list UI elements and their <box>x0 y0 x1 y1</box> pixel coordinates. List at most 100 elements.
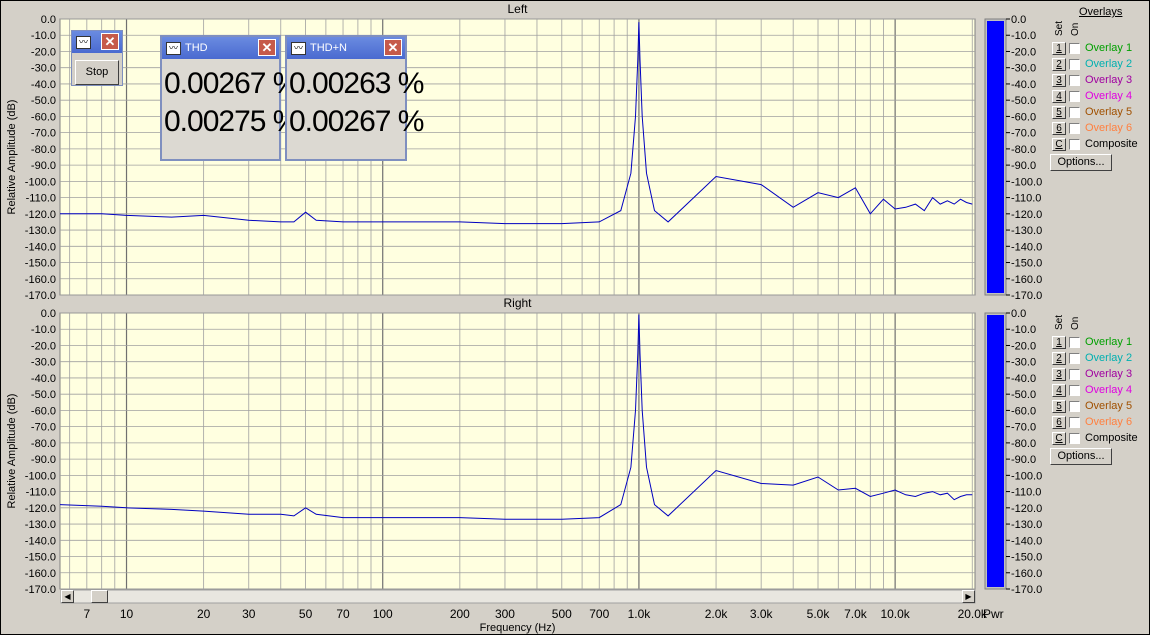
set-column-label: Set <box>1054 314 1065 330</box>
y-tick-label: -90.0 <box>31 160 56 172</box>
overlay-row-3: 3 Overlay 3 <box>1052 367 1132 381</box>
y-tick-label: -50.0 <box>31 389 56 401</box>
overlay-set-button-4[interactable]: 4 <box>1052 383 1066 397</box>
overlay-set-button-4[interactable]: 4 <box>1052 89 1066 103</box>
thdn-value-right: 0.00267 % <box>289 105 424 138</box>
overlay-label-4: Overlay 4 <box>1085 384 1133 396</box>
overlay-checkbox-4[interactable] <box>1069 90 1080 102</box>
overlay-label-3: Overlay 3 <box>1085 74 1133 86</box>
overlay-set-button-6[interactable]: 6 <box>1052 121 1066 135</box>
meter-tick-label: -160.0 <box>1011 274 1042 286</box>
overlay-checkbox-C[interactable] <box>1069 432 1080 444</box>
overlay-row-3: 3 Overlay 3 <box>1052 73 1132 87</box>
options-button[interactable]: Options... <box>1050 448 1112 465</box>
overlay-checkbox-1[interactable] <box>1069 336 1080 348</box>
meter-tick-label: -10.0 <box>1011 324 1036 336</box>
overlay-row-5: 5 Overlay 5 <box>1052 399 1132 413</box>
chart-title: Right <box>503 296 532 310</box>
scroll-left-arrow[interactable]: ◀ <box>61 590 74 603</box>
power-label: Pwr <box>983 607 1004 621</box>
options-button[interactable]: Options... <box>1050 154 1112 171</box>
meter-tick-label: -110.0 <box>1011 193 1041 205</box>
overlay-set-button-2[interactable]: 2 <box>1052 57 1066 71</box>
scrollbar-track <box>60 589 976 604</box>
close-icon[interactable]: ✕ <box>384 39 402 56</box>
overlay-row-1: 1 Overlay 1 <box>1052 41 1132 55</box>
overlay-label-2: Overlay 2 <box>1085 352 1133 364</box>
x-tick-label: 1.0k <box>628 607 652 621</box>
overlay-row-2: 2 Overlay 2 <box>1052 57 1132 71</box>
overlay-set-button-1[interactable]: 1 <box>1052 41 1066 55</box>
overlay-checkbox-5[interactable] <box>1069 400 1080 412</box>
overlay-set-button-C[interactable]: C <box>1052 431 1066 445</box>
overlay-set-button-3[interactable]: 3 <box>1052 367 1066 381</box>
overlay-checkbox-C[interactable] <box>1069 138 1080 150</box>
overlay-set-button-1[interactable]: 1 <box>1052 335 1066 349</box>
y-tick-label: -40.0 <box>31 373 56 385</box>
overlay-row-C: C Composite <box>1052 137 1138 151</box>
x-tick-label: 70 <box>336 607 350 621</box>
x-tick-label: 10.0k <box>880 607 910 621</box>
y-tick-label: -80.0 <box>31 144 56 156</box>
meter-tick-label: -20.0 <box>1011 340 1036 352</box>
y-tick-label: -10.0 <box>31 30 56 42</box>
x-tick-label: 100 <box>373 607 393 621</box>
y-tick-label: -70.0 <box>31 128 56 140</box>
power-meter-bar <box>987 315 1004 587</box>
y-tick-label: -70.0 <box>31 422 56 434</box>
overlay-set-button-5[interactable]: 5 <box>1052 399 1066 413</box>
overlay-set-button-C[interactable]: C <box>1052 137 1066 151</box>
stop-button[interactable]: Stop <box>75 60 119 85</box>
on-column-label: On <box>1070 22 1081 36</box>
meter-tick-label: -100.0 <box>1011 470 1042 482</box>
thdn-titlebar[interactable]: 〰 THD+N ✕ <box>287 37 405 59</box>
set-column-label: Set <box>1054 20 1065 36</box>
meter-tick-label: -90.0 <box>1011 160 1036 172</box>
overlay-checkbox-6[interactable] <box>1069 416 1080 428</box>
y-tick-label: -60.0 <box>31 405 56 417</box>
overlay-checkbox-2[interactable] <box>1069 352 1080 364</box>
x-tick-label: 500 <box>552 607 572 621</box>
power-meter-bar <box>987 21 1004 293</box>
meter-tick-label: -120.0 <box>1011 503 1042 515</box>
overlay-checkbox-6[interactable] <box>1069 122 1080 134</box>
overlay-set-button-5[interactable]: 5 <box>1052 105 1066 119</box>
waveform-icon: 〰 <box>291 41 306 55</box>
meter-tick-label: -60.0 <box>1011 111 1036 123</box>
overlay-checkbox-4[interactable] <box>1069 384 1080 396</box>
y-tick-label: -10.0 <box>31 324 56 336</box>
y-tick-label: -100.0 <box>25 470 56 482</box>
overlay-checkbox-5[interactable] <box>1069 106 1080 118</box>
overlay-checkbox-2[interactable] <box>1069 58 1080 70</box>
overlay-label-3: Overlay 3 <box>1085 368 1133 380</box>
overlay-row-4: 4 Overlay 4 <box>1052 89 1132 103</box>
overlay-set-button-2[interactable]: 2 <box>1052 351 1066 365</box>
scroll-right-arrow[interactable]: ▶ <box>962 590 975 603</box>
meter-tick-label: -40.0 <box>1011 373 1036 385</box>
y-tick-label: -20.0 <box>31 340 56 352</box>
x-tick-label: 50 <box>299 607 313 621</box>
y-tick-label: -80.0 <box>31 438 56 450</box>
scroll-thumb[interactable] <box>91 590 108 603</box>
overlays-panel-left: Set On 1 Overlay 1 2 Overlay 2 3 Overlay 3 4 Ov… <box>1050 16 1150 176</box>
thd-titlebar[interactable]: 〰 THD ✕ <box>162 37 279 59</box>
overlay-label-1: Overlay 1 <box>1085 336 1133 348</box>
close-icon[interactable]: ✕ <box>101 33 119 50</box>
close-icon[interactable]: ✕ <box>258 39 276 56</box>
overlay-checkbox-3[interactable] <box>1069 368 1080 380</box>
y-tick-label: -140.0 <box>25 535 56 547</box>
y-tick-label: -170.0 <box>25 584 56 596</box>
overlay-set-button-6[interactable]: 6 <box>1052 415 1066 429</box>
y-tick-label: -120.0 <box>25 503 56 515</box>
thdn-title: THD+N <box>310 42 347 54</box>
y-axis-label: Relative Amplitude (dB) <box>6 100 18 215</box>
x-tick-label: 10 <box>120 607 134 621</box>
overlay-checkbox-3[interactable] <box>1069 74 1080 86</box>
meter-tick-label: 0.0 <box>1011 14 1026 26</box>
overlay-set-button-3[interactable]: 3 <box>1052 73 1066 87</box>
overlay-row-2: 2 Overlay 2 <box>1052 351 1132 365</box>
overlay-label-C: Composite <box>1085 138 1138 150</box>
overlay-checkbox-1[interactable] <box>1069 42 1080 54</box>
meter-tick-label: -150.0 <box>1011 258 1042 270</box>
waveform-icon: 〰 <box>76 36 91 49</box>
